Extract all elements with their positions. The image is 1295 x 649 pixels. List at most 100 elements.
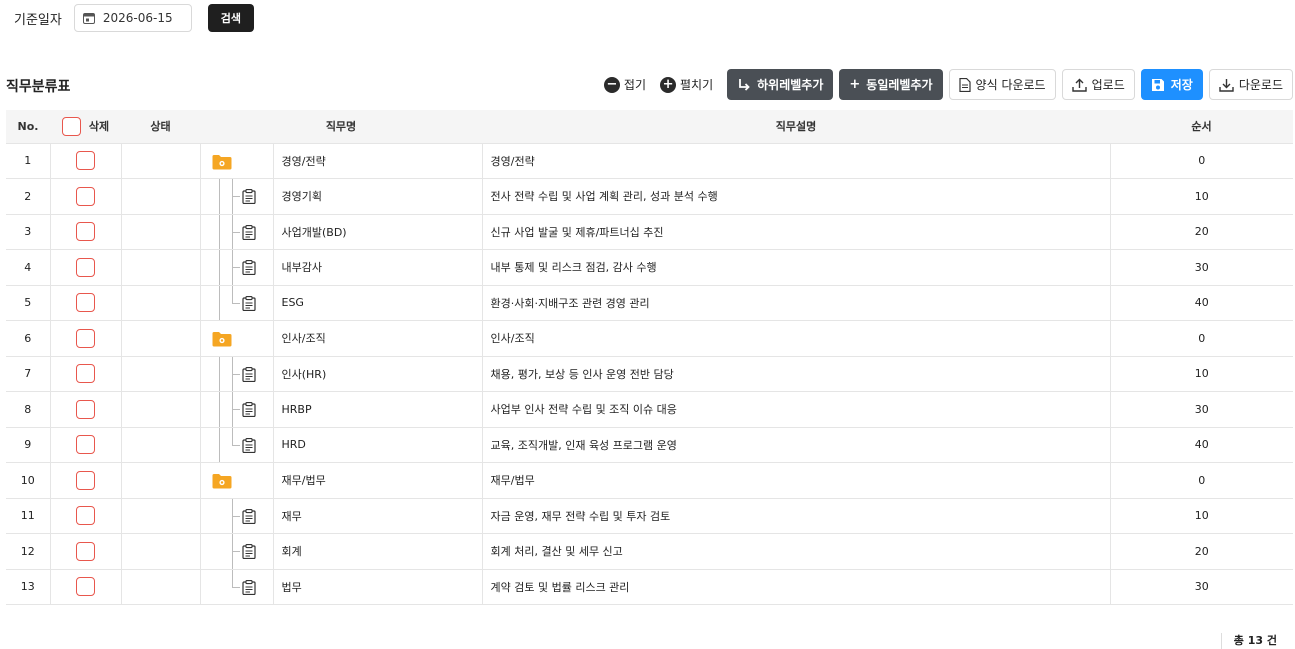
row-delete-checkbox[interactable] (76, 364, 95, 384)
table-row[interactable]: 10 재무/법무 재무/법무 0 (6, 462, 1293, 499)
cell-tree-icon[interactable] (200, 427, 274, 463)
cell-job-desc[interactable]: 경영/전략 (482, 143, 1111, 179)
cell-job-name[interactable]: HRBP (273, 391, 483, 428)
cell-tree-icon[interactable] (200, 533, 274, 570)
cell-tree-icon[interactable] (200, 285, 274, 321)
cell-job-desc[interactable]: 전사 전략 수립 및 사업 계획 관리, 성과 분석 수행 (482, 178, 1111, 215)
cell-tree-icon[interactable] (200, 391, 274, 428)
table-row[interactable]: 3 사업개발(BD) 신규 사업 발굴 및 제휴/파트너십 추진 20 (6, 214, 1293, 250)
base-date-input[interactable]: 2026-06-15 (73, 4, 192, 32)
cell-job-name[interactable]: HRD (273, 427, 483, 463)
cell-order[interactable]: 0 (1110, 143, 1293, 179)
table-row[interactable]: 11 재무 자금 운영, 재무 전략 수립 및 투자 검토 10 (6, 498, 1293, 534)
cell-status (121, 391, 201, 428)
select-all-checkbox[interactable] (61, 116, 81, 136)
cell-job-name[interactable]: 회계 (273, 533, 483, 570)
cell-tree-icon[interactable] (200, 356, 274, 392)
cell-job-desc[interactable]: 신규 사업 발굴 및 제휴/파트너십 추진 (482, 214, 1111, 250)
row-delete-checkbox[interactable] (76, 435, 95, 455)
clipboard-icon (241, 260, 256, 275)
expand-button[interactable]: + 펼치기 (660, 76, 713, 93)
table-row[interactable]: 6 인사/조직 인사/조직 0 (6, 320, 1293, 357)
table-row[interactable]: 8 HRBP 사업부 인사 전략 수립 및 조직 이슈 대응 30 (6, 391, 1293, 428)
add-same-level-button[interactable]: + 동일레벨추가 (839, 69, 943, 100)
cell-job-desc[interactable]: 환경·사회·지배구조 관련 경영 관리 (482, 285, 1111, 321)
cell-job-name[interactable]: 인사/조직 (273, 320, 483, 357)
cell-order[interactable]: 30 (1110, 249, 1293, 286)
row-delete-checkbox[interactable] (76, 257, 95, 277)
cell-status (121, 249, 201, 286)
template-download-button[interactable]: 양식 다운로드 (948, 69, 1056, 100)
cell-order[interactable]: 10 (1110, 356, 1293, 392)
cell-order[interactable]: 40 (1110, 427, 1293, 463)
cell-order[interactable]: 10 (1110, 498, 1293, 534)
add-child-level-button[interactable]: 하위레벨추가 (727, 69, 834, 100)
cell-order[interactable]: 0 (1110, 462, 1293, 499)
cell-order[interactable]: 0 (1110, 320, 1293, 357)
row-delete-checkbox[interactable] (76, 186, 95, 206)
cell-job-name[interactable]: ESG (273, 285, 483, 321)
collapse-button[interactable]: − 접기 (603, 76, 646, 93)
table-row[interactable]: 7 인사(HR) 채용, 평가, 보상 등 인사 운영 전반 담당 10 (6, 356, 1293, 392)
download-button[interactable]: 다운로드 (1208, 69, 1293, 100)
cell-job-name[interactable]: 경영기획 (273, 178, 483, 215)
cell-tree-icon[interactable] (200, 214, 274, 250)
cell-job-desc[interactable]: 채용, 평가, 보상 등 인사 운영 전반 담당 (482, 356, 1111, 392)
table-row[interactable]: 9 HRD 교육, 조직개발, 인재 육성 프로그램 운영 40 (6, 427, 1293, 463)
tree-guide-line (218, 179, 220, 214)
cell-job-desc[interactable]: 재무/법무 (482, 462, 1111, 499)
cell-job-name[interactable]: 재무/법무 (273, 462, 483, 499)
cell-job-desc[interactable]: 인사/조직 (482, 320, 1111, 357)
cell-status (121, 569, 201, 605)
cell-tree-icon[interactable] (200, 498, 274, 534)
row-delete-checkbox[interactable] (76, 222, 95, 242)
cell-job-desc[interactable]: 계약 검토 및 법률 리스크 관리 (482, 569, 1111, 605)
cell-delete (50, 320, 122, 357)
cell-order[interactable]: 40 (1110, 285, 1293, 321)
cell-tree-icon[interactable] (200, 249, 274, 286)
cell-order[interactable]: 30 (1110, 391, 1293, 428)
cell-job-desc[interactable]: 회계 처리, 결산 및 세무 신고 (482, 533, 1111, 570)
cell-job-desc[interactable]: 자금 운영, 재무 전략 수립 및 투자 검토 (482, 498, 1111, 534)
row-delete-checkbox[interactable] (76, 293, 95, 313)
row-delete-checkbox[interactable] (76, 541, 95, 561)
cell-order[interactable]: 20 (1110, 533, 1293, 570)
cell-job-desc[interactable]: 교육, 조직개발, 인재 육성 프로그램 운영 (482, 427, 1111, 463)
table-row[interactable]: 5 ESG 환경·사회·지배구조 관련 경영 관리 40 (6, 285, 1293, 321)
cell-job-name[interactable]: 법무 (273, 569, 483, 605)
row-delete-checkbox[interactable] (76, 577, 95, 597)
tree-guide-line (231, 586, 240, 588)
row-delete-checkbox[interactable] (76, 470, 95, 490)
cell-job-name[interactable]: 사업개발(BD) (273, 214, 483, 250)
tree-guide-line (231, 267, 240, 269)
row-delete-checkbox[interactable] (76, 151, 95, 171)
cell-tree-icon[interactable] (200, 569, 274, 605)
cell-order[interactable]: 10 (1110, 178, 1293, 215)
row-delete-checkbox[interactable] (76, 506, 95, 526)
save-button[interactable]: 저장 (1140, 69, 1203, 100)
row-delete-checkbox[interactable] (76, 328, 95, 348)
cell-no: 3 (6, 214, 51, 250)
table-row[interactable]: 13 법무 계약 검토 및 법률 리스크 관리 30 (6, 569, 1293, 605)
cell-tree-icon[interactable] (200, 178, 274, 215)
search-button[interactable]: 검색 (207, 4, 254, 32)
table-row[interactable]: 12 회계 회계 처리, 결산 및 세무 신고 20 (6, 533, 1293, 570)
cell-tree-icon[interactable] (200, 143, 274, 179)
cell-order[interactable]: 20 (1110, 214, 1293, 250)
table-row[interactable]: 4 내부감사 내부 통제 및 리스크 점검, 감사 수행 30 (6, 249, 1293, 286)
cell-job-desc[interactable]: 사업부 인사 전략 수립 및 조직 이슈 대응 (482, 391, 1111, 428)
cell-tree-icon[interactable] (200, 462, 274, 499)
row-delete-checkbox[interactable] (76, 399, 95, 419)
cell-tree-icon[interactable] (200, 320, 274, 357)
upload-button[interactable]: 업로드 (1061, 69, 1135, 100)
cell-delete (50, 427, 122, 463)
table-row[interactable]: 1 경영/전략 경영/전략 0 (6, 143, 1293, 179)
column-header-job-name: 직무명 (200, 110, 482, 144)
cell-order[interactable]: 30 (1110, 569, 1293, 605)
cell-job-name[interactable]: 인사(HR) (273, 356, 483, 392)
cell-job-name[interactable]: 재무 (273, 498, 483, 534)
table-row[interactable]: 2 경영기획 전사 전략 수립 및 사업 계획 관리, 성과 분석 수행 10 (6, 178, 1293, 215)
cell-job-name[interactable]: 내부감사 (273, 249, 483, 286)
cell-job-desc[interactable]: 내부 통제 및 리스크 점검, 감사 수행 (482, 249, 1111, 286)
cell-job-name[interactable]: 경영/전략 (273, 143, 483, 179)
